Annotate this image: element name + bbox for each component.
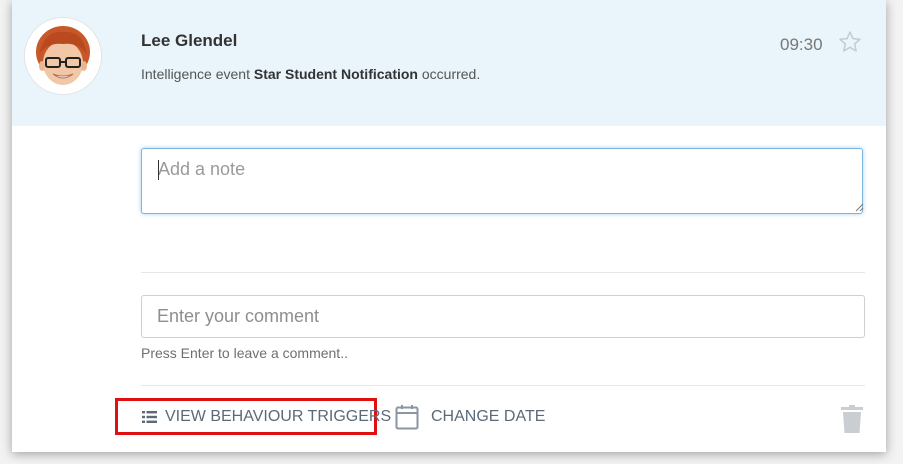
calendar-icon — [395, 405, 419, 430]
view-behaviour-triggers-label: VIEW BEHAVIOUR TRIGGERS — [165, 408, 392, 425]
change-date-button[interactable]: CHANGE DATE — [395, 404, 545, 430]
list-icon — [142, 411, 157, 423]
text-caret — [158, 160, 159, 180]
student-avatar-image — [25, 18, 101, 94]
event-prefix: Intelligence event — [141, 66, 254, 82]
avatar — [25, 18, 101, 94]
change-date-label: CHANGE DATE — [431, 408, 546, 425]
comment-input[interactable] — [141, 295, 865, 338]
comment-hint: Press Enter to leave a comment.. — [141, 345, 348, 361]
view-behaviour-triggers-button[interactable]: VIEW BEHAVIOUR TRIGGERS — [142, 408, 391, 426]
author-name: Lee Glendel — [141, 31, 238, 50]
divider — [141, 272, 865, 273]
divider — [141, 385, 865, 386]
resize-grip-icon[interactable] — [855, 203, 864, 212]
event-suffix: occurred. — [417, 66, 481, 82]
activity-card: Lee Glendel Intelligence event Star Stud… — [12, 0, 886, 452]
event-name: Star Student Notification — [253, 66, 418, 82]
star-icon[interactable] — [838, 30, 862, 54]
card-header: Lee Glendel Intelligence event Star Stud… — [12, 0, 886, 126]
trash-icon[interactable] — [841, 405, 863, 433]
event-description: Intelligence event Star Student Notifica… — [141, 66, 480, 82]
post-time: 09:30 — [780, 35, 823, 54]
note-textarea[interactable] — [141, 148, 863, 214]
